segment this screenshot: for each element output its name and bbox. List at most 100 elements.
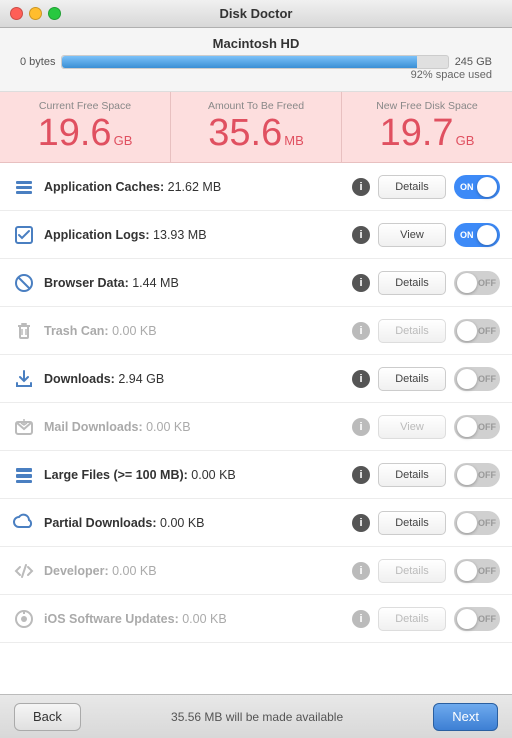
info-icon[interactable]: i [352,370,370,388]
detail-button[interactable]: Details [378,463,446,487]
disk-label-left: 0 bytes [20,56,55,68]
next-button[interactable]: Next [433,703,498,731]
toggle-label: OFF [478,518,496,528]
info-icon[interactable]: i [352,514,370,532]
item-row: Downloads: 2.94 GB i Details OFF [0,355,512,403]
item-text: Large Files (>= 100 MB): 0.00 KB [44,468,344,482]
toggle-switch[interactable]: OFF [454,607,500,631]
minimize-button[interactable] [29,7,42,20]
info-icon[interactable]: i [352,226,370,244]
item-icon-layers-large [12,463,36,487]
info-icon[interactable]: i [352,322,370,340]
detail-button: Details [378,559,446,583]
item-icon-download [12,367,36,391]
disk-bar-row: 0 bytes 245 GB [20,55,492,69]
item-icon-layers [12,175,36,199]
bottom-bar: Back 35.56 MB will be made available Nex… [0,694,512,738]
disk-label-right: 245 GB [455,56,492,68]
detail-button[interactable]: View [378,223,446,247]
item-text: iOS Software Updates: 0.00 KB [44,612,344,626]
item-text: Application Caches: 21.62 MB [44,180,344,194]
items-list: Application Caches: 21.62 MB i Details ON A… [0,163,512,694]
toggle-knob [477,225,497,245]
item-text: Browser Data: 1.44 MB [44,276,344,290]
maximize-button[interactable] [48,7,61,20]
stat-value: 19.7 GB [352,114,502,152]
back-button[interactable]: Back [14,703,81,731]
detail-button[interactable]: Details [378,271,446,295]
toggle-knob [457,609,477,629]
stat-label: New Free Disk Space [352,100,502,112]
item-text: Mail Downloads: 0.00 KB [44,420,344,434]
toggle-label: ON [460,182,474,192]
toggle-label: ON [460,230,474,240]
stat-value: 35.6 MB [181,114,331,152]
window-controls[interactable] [10,7,61,20]
toggle-switch[interactable]: OFF [454,367,500,391]
item-row: Browser Data: 1.44 MB i Details OFF [0,259,512,307]
disk-name: Macintosh HD [20,36,492,51]
item-icon-mail-dl [12,415,36,439]
detail-button[interactable]: Details [378,511,446,535]
item-text: Trash Can: 0.00 KB [44,324,344,338]
toggle-knob [457,417,477,437]
info-icon[interactable]: i [352,178,370,196]
item-text: Application Logs: 13.93 MB [44,228,344,242]
app-title: Disk Doctor [220,6,293,21]
toggle-switch[interactable]: OFF [454,511,500,535]
toggle-knob [477,177,497,197]
toggle-switch[interactable]: OFF [454,271,500,295]
toggle-knob [457,369,477,389]
stat-cell-1: Amount To Be Freed 35.6 MB [171,92,342,162]
detail-button: Details [378,319,446,343]
disk-section: Macintosh HD 0 bytes 245 GB 92% space us… [0,28,512,92]
toggle-label: OFF [478,326,496,336]
title-bar: Disk Doctor [0,0,512,28]
info-icon[interactable]: i [352,418,370,436]
stat-label: Amount To Be Freed [181,100,331,112]
toggle-label: OFF [478,278,496,288]
disk-bar-fill [62,56,416,68]
disk-bar-container [61,55,448,69]
detail-button[interactable]: Details [378,175,446,199]
item-text: Partial Downloads: 0.00 KB [44,516,344,530]
item-row: Application Caches: 21.62 MB i Details ON [0,163,512,211]
info-icon[interactable]: i [352,610,370,628]
disk-pct: 92% space used [20,69,492,81]
stat-label: Current Free Space [10,100,160,112]
item-row: Developer: 0.00 KB i Details OFF [0,547,512,595]
bottom-info: 35.56 MB will be made available [171,710,343,724]
toggle-switch[interactable]: OFF [454,415,500,439]
stat-cell-0: Current Free Space 19.6 GB [0,92,171,162]
info-icon[interactable]: i [352,562,370,580]
item-icon-trash [12,319,36,343]
item-row: Partial Downloads: 0.00 KB i Details OFF [0,499,512,547]
detail-button: View [378,415,446,439]
detail-button[interactable]: Details [378,367,446,391]
close-button[interactable] [10,7,23,20]
item-text: Downloads: 2.94 GB [44,372,344,386]
toggle-switch[interactable]: ON [454,175,500,199]
toggle-label: OFF [478,470,496,480]
toggle-knob [457,273,477,293]
item-text: Developer: 0.00 KB [44,564,344,578]
toggle-switch[interactable]: OFF [454,463,500,487]
toggle-knob [457,513,477,533]
detail-button: Details [378,607,446,631]
item-row: Trash Can: 0.00 KB i Details OFF [0,307,512,355]
item-icon-block [12,271,36,295]
item-row: Application Logs: 13.93 MB i View ON [0,211,512,259]
toggle-label: OFF [478,614,496,624]
toggle-knob [457,465,477,485]
toggle-label: OFF [478,566,496,576]
toggle-knob [457,561,477,581]
toggle-knob [457,321,477,341]
stats-row: Current Free Space 19.6 GB Amount To Be … [0,92,512,163]
toggle-switch[interactable]: OFF [454,559,500,583]
toggle-switch[interactable]: ON [454,223,500,247]
item-row: Large Files (>= 100 MB): 0.00 KB i Details… [0,451,512,499]
info-icon[interactable]: i [352,274,370,292]
toggle-label: OFF [478,374,496,384]
toggle-switch[interactable]: OFF [454,319,500,343]
info-icon[interactable]: i [352,466,370,484]
